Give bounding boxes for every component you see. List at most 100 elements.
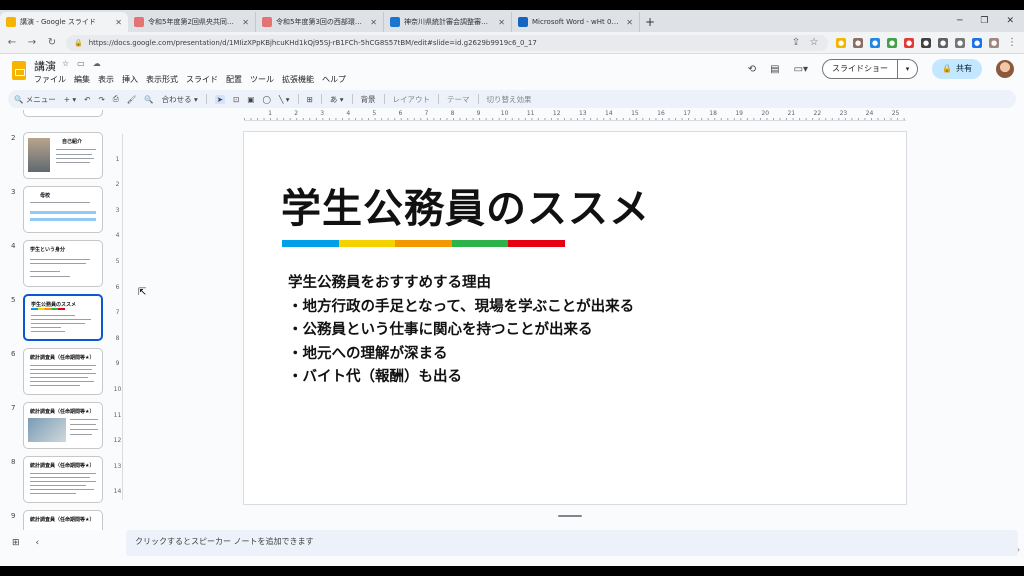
browser-tab[interactable]: 神奈川県統計審会調整審議会の ✕ [384,12,512,32]
image-icon[interactable]: ▣ [247,95,254,104]
slide-thumbnail[interactable]: 母校 [23,186,103,233]
close-icon[interactable]: ✕ [1006,16,1014,26]
tab-close-icon[interactable]: ✕ [626,18,633,27]
speaker-notes[interactable]: クリックするとスピーカー ノートを追加できます [126,530,1018,556]
slide-thumbnail-selected[interactable]: 学生公務員のススメ [23,294,103,341]
slide-title[interactable]: 学生公務員のススメ [281,176,650,234]
menu-slide[interactable]: スライド [186,74,218,85]
comments-icon[interactable]: ▤ [770,64,779,75]
transition-button[interactable]: 切り替え効果 [487,94,532,105]
collapse-filmstrip-icon[interactable]: ‹ [36,538,40,548]
undo-icon[interactable]: ↶ [84,95,90,104]
slide-thumbnail-row[interactable]: 6 統計調査員（任命期間等★） [0,348,110,400]
extension-icon[interactable]: ● [955,37,965,48]
input-tools-icon[interactable]: あ ▾ [330,94,344,105]
menu-edit[interactable]: 編集 [74,74,90,85]
menu-extensions[interactable]: 拡張機能 [282,74,314,85]
slide-thumbnail-row[interactable]: 2 自己紹介 [0,132,110,184]
share-page-icon[interactable]: ⇪ [790,37,802,48]
slide-thumbnail[interactable] [23,110,103,117]
forward-icon[interactable]: → [26,37,38,48]
slide-thumbnail-row[interactable]: 8 統計調査員（任命期間等★） [0,456,110,508]
tab-close-icon[interactable]: ✕ [115,18,122,27]
extension-icon[interactable]: ● [853,37,863,48]
select-tool-icon[interactable]: ➤ [214,94,226,104]
expand-panel-icon[interactable]: › [1017,546,1020,554]
menu-arrange[interactable]: 配置 [226,74,242,85]
profile-avatar-icon[interactable]: ● [989,37,999,48]
minimize-icon[interactable]: ─ [957,16,962,26]
star-icon[interactable]: ☆ [62,59,69,68]
slide-thumbnail-row[interactable] [0,110,110,122]
browser-menu-icon[interactable]: ⋮ [1006,37,1018,48]
new-tab-button[interactable]: + [640,12,660,32]
slide-thumbnail-row[interactable]: 7 統計調査員（任命期間等★） [0,402,110,454]
back-icon[interactable]: ← [6,37,18,48]
bookmark-star-icon[interactable]: ☆ [808,37,820,48]
extension-icon[interactable]: ● [870,37,880,48]
url-field[interactable]: 🔒 https://docs.google.com/presentation/d… [66,34,828,51]
comment-icon[interactable]: ⊞ [307,95,313,104]
slide-canvas[interactable]: 学生公務員のススメ 学生公務員をおすすめする理由 ・地方行政の手足となって、現場… [244,132,906,504]
slide-thumbnail-row[interactable]: 4 学生という身分 [0,240,110,292]
tab-close-icon[interactable]: ✕ [370,18,377,27]
menu-view[interactable]: 表示 [98,74,114,85]
extension-icon[interactable]: ● [921,37,931,48]
text-box-icon[interactable]: ⊡ [233,95,239,104]
extension-icon[interactable]: ● [836,37,846,48]
browser-tab[interactable]: 講演 - Google スライド ✕ [0,12,128,32]
doc-title[interactable]: 講演 [34,58,56,74]
theme-button[interactable]: テーマ [447,94,470,105]
slide-thumbnail-row[interactable]: 5 学生公務員のススメ [0,294,110,346]
cloud-status-icon[interactable]: ☁ [93,59,101,68]
slide-thumbnail[interactable]: 自己紹介 [23,132,103,179]
menu-tools[interactable]: ツール [250,74,274,85]
slides-logo-icon[interactable] [12,61,26,80]
avatar[interactable] [996,60,1014,78]
extension-icon[interactable]: ● [904,37,914,48]
background-button[interactable]: 背景 [361,94,376,105]
slide-thumbnail[interactable]: 統計調査員（任命期間等★） [23,402,103,449]
layout-button[interactable]: レイアウト [393,94,431,105]
move-folder-icon[interactable]: ▭ [77,59,85,68]
menu-file[interactable]: ファイル [34,74,66,85]
extension-icon[interactable]: ● [938,37,948,48]
reload-icon[interactable]: ↻ [46,37,58,48]
new-slide-icon[interactable]: + ▾ [64,95,76,104]
meet-icon[interactable]: ▭▾ [794,64,808,75]
zoom-icon[interactable]: 🔍 [144,95,153,104]
search-menu-button[interactable]: 🔍 メニュー [14,94,56,105]
shape-icon[interactable]: ◯ [262,95,270,104]
paint-format-icon[interactable]: 🖌 [127,95,137,104]
slide-thumbnail[interactable]: 統計調査員（任命期間等★） [23,510,103,530]
grid-view-icon[interactable]: ⊞ [12,538,20,548]
menu-help[interactable]: ヘルプ [322,74,346,85]
slideshow-dropdown-icon[interactable]: ▾ [898,59,919,79]
zoom-select[interactable]: 合わせる ▾ [162,94,198,105]
slide-thumbnail-row[interactable]: 3 母校 [0,186,110,238]
extension-icon[interactable]: ● [887,37,897,48]
slide-body-text[interactable]: 学生公務員をおすすめする理由 ・地方行政の手足となって、現場を学ぶことが出来る … [288,272,634,390]
browser-tab[interactable]: Microsoft Word - wHt 01_ep'g% ✕ [512,12,640,32]
tab-close-icon[interactable]: ✕ [498,18,505,27]
tab-close-icon[interactable]: ✕ [242,18,249,27]
share-button[interactable]: 🔒 共有 [932,59,982,79]
ruler-number: 3 [115,206,120,214]
menu-format[interactable]: 表示形式 [146,74,178,85]
history-icon[interactable]: ⟲ [748,64,756,75]
redo-icon[interactable]: ↷ [98,95,104,104]
browser-tab[interactable]: 令和5年度第2回県央共同事業推 ✕ [128,12,256,32]
thumbnail-photo [28,138,50,172]
menu-insert[interactable]: 挿入 [122,74,138,85]
slide-thumbnail-row[interactable]: 9 統計調査員（任命期間等★） [0,510,110,530]
slide-thumbnail[interactable]: 統計調査員（任命期間等★） [23,456,103,503]
restore-icon[interactable]: ❐ [980,16,988,26]
slide-thumbnail[interactable]: 学生という身分 [23,240,103,287]
print-icon[interactable]: ⎙ [113,94,119,104]
slide-thumbnail[interactable]: 統計調査員（任命期間等★） [23,348,103,395]
extension-icon[interactable]: ● [972,37,982,48]
slideshow-button[interactable]: スライドショー [822,59,899,79]
notes-resize-handle[interactable] [558,515,582,517]
browser-tab[interactable]: 令和5年度第3回の西部環境推進 ✕ [256,12,384,32]
line-icon[interactable]: ╲ ▾ [279,95,290,104]
